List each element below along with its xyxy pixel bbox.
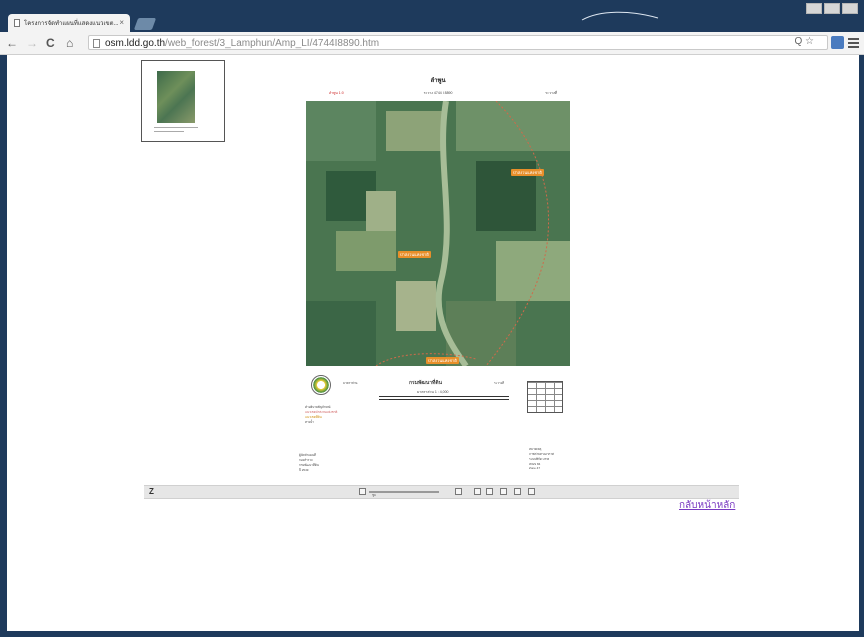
close-button[interactable] — [842, 3, 858, 14]
zoom-label: ซูม — [372, 493, 377, 497]
tab-title: โครงการจัดทำแผนที่แสดงแนวเขต... — [24, 21, 119, 27]
prev-page-button[interactable] — [486, 488, 493, 495]
forward-button[interactable]: → — [26, 36, 38, 50]
first-page-button[interactable] — [474, 488, 481, 495]
legend-right-note: ระวางที่ — [494, 381, 505, 385]
scale-text: มาตราส่วน 1 : 4,000 — [417, 390, 449, 394]
satellite-map-image: ป่าสงวนแห่งชาติ ป่าสงวนแห่งชาติ ป่าสงวนแ… — [306, 101, 570, 366]
window-swoosh-icon — [581, 11, 659, 21]
back-button[interactable]: ← — [6, 36, 18, 50]
next-page-button[interactable] — [500, 488, 507, 495]
scale-bar — [379, 396, 509, 400]
legend-item: ทางน้ำ — [305, 420, 314, 424]
page-thumbnail[interactable] — [141, 60, 225, 142]
maximize-button[interactable] — [824, 3, 840, 14]
browser-titlebar: โครงการจัดทำแผนที่แสดงแนวเขต... × — [0, 0, 864, 32]
window-controls — [806, 3, 858, 14]
fit-page-button[interactable] — [528, 488, 535, 495]
map-title: ลำพูน — [430, 78, 446, 84]
last-page-button[interactable] — [514, 488, 521, 495]
map-right-label: ระวางที่ — [545, 91, 557, 95]
footer-right: หมายเหตุ ภาพถ่ายทางอากาศ ระบบพิกัด UTM W… — [529, 447, 554, 470]
footer-left: ผู้จัดทำแผนที่ กองสำรวจ กรมพัฒนาที่ดิน ป… — [299, 453, 319, 472]
extension-icon[interactable] — [831, 36, 844, 49]
page-icon — [93, 39, 100, 48]
org-title: กรมพัฒนาที่ดิน — [409, 380, 443, 386]
map-label: ป่าสงวนแห่งชาติ — [511, 169, 544, 176]
pdf-page: ลำพูน ลำพูน 1:0 ระวาง 4744 I 8890 ระวางท… — [299, 71, 577, 487]
zoom-slider[interactable] — [369, 491, 439, 493]
pdf-viewer-toolbar: Z ซูม — [144, 485, 739, 499]
home-button[interactable]: ⌂ — [66, 36, 73, 50]
url-path: /web_forest/3_Lamphun/Amp_LI/4744I8890.h… — [165, 38, 380, 49]
new-tab-button[interactable] — [133, 18, 157, 30]
url-host: osm.ldd.go.th — [105, 38, 166, 49]
legend-left-note: มาตราส่วน — [343, 381, 358, 385]
index-grid — [527, 381, 563, 413]
zoom-in-button[interactable] — [455, 488, 462, 495]
map-legend: มาตราส่วน กรมพัฒนาที่ดิน มาตราส่วน 1 : 4… — [299, 371, 577, 487]
address-bar[interactable]: osm.ldd.go.th/web_forest/3_Lamphun/Amp_L… — [88, 35, 828, 50]
map-label: ป่าสงวนแห่งชาติ — [398, 251, 431, 258]
menu-icon[interactable] — [848, 36, 859, 49]
thumbnail-map — [157, 71, 195, 123]
map-imagery — [306, 101, 570, 366]
zoom-out-button[interactable] — [359, 488, 366, 495]
back-to-home-link[interactable]: กลับหน้าหลัก — [679, 498, 735, 513]
reload-button[interactable]: C — [46, 36, 55, 50]
tab-close-icon[interactable]: × — [119, 18, 124, 27]
browser-tab[interactable]: โครงการจัดทำแผนที่แสดงแนวเขต... × — [8, 14, 130, 32]
browser-toolbar: ← → C ⌂ osm.ldd.go.th/web_forest/3_Lamph… — [0, 32, 864, 55]
page-viewport: ลำพูน ลำพูน 1:0 ระวาง 4744 I 8890 ระวางท… — [7, 55, 859, 631]
viewer-logo: Z — [149, 487, 154, 496]
ldd-seal-icon — [311, 375, 331, 395]
map-label: ป่าสงวนแห่งชาติ — [426, 357, 459, 364]
omnibox-icons[interactable]: Q ☆ — [794, 36, 814, 47]
page-icon — [14, 19, 20, 27]
map-sheet-label: ระวาง 4744 I 8890 — [423, 91, 453, 95]
minimize-button[interactable] — [806, 3, 822, 14]
